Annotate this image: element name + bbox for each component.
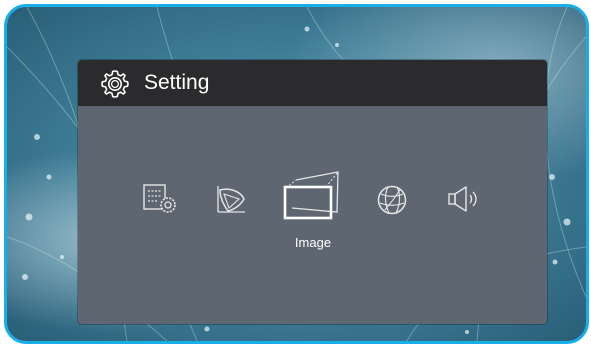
gear-icon [101, 70, 129, 98]
page-title: Setting [144, 71, 210, 94]
display-settings-icon[interactable] [142, 183, 180, 215]
settings-panel: Setting Image [78, 60, 547, 324]
title-bar: Setting [78, 60, 547, 106]
color-gamut-icon[interactable] [214, 182, 248, 216]
globe-icon[interactable] [376, 184, 408, 216]
image-icon[interactable] [282, 168, 344, 220]
speaker-icon[interactable] [446, 184, 482, 214]
selected-item-label: Image [294, 235, 332, 250]
screen-frame: Setting Image [4, 4, 589, 344]
